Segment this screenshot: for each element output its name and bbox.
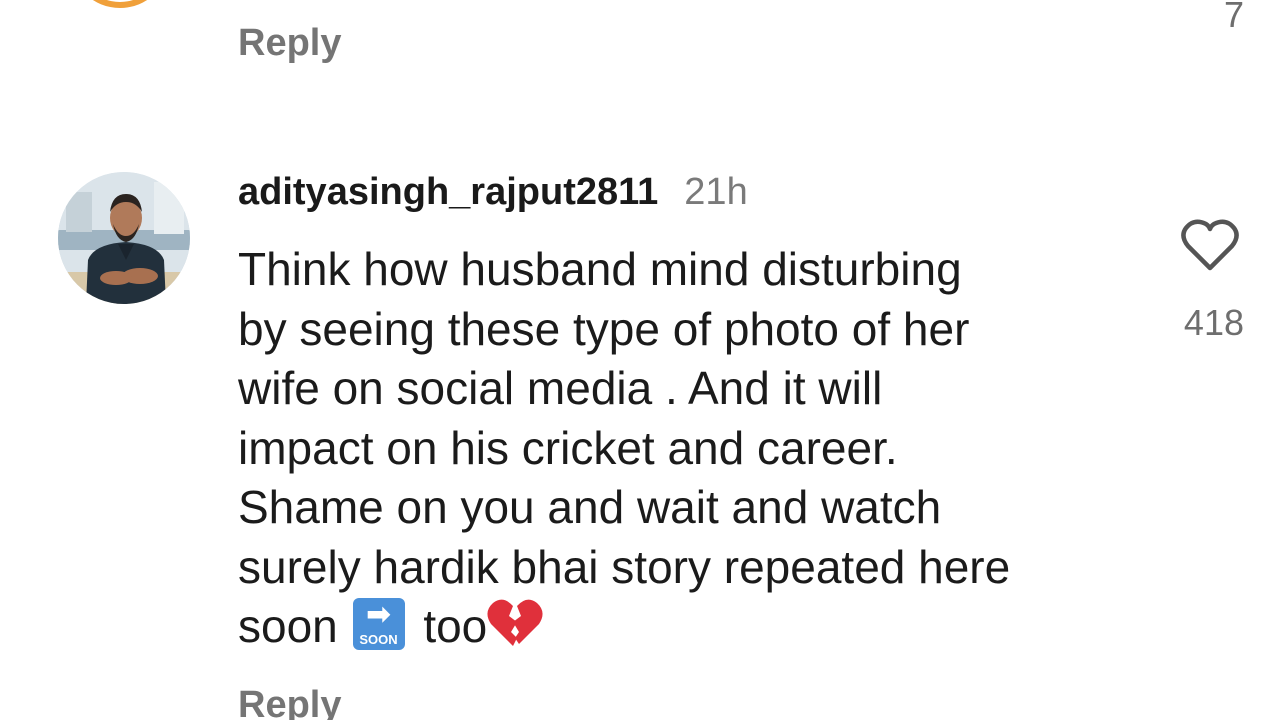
soon-emoji-label: SOON: [359, 632, 398, 647]
right-arrow-glyph: ➡: [365, 598, 392, 631]
like-count: 418: [1183, 302, 1244, 343]
comment-line: wife on social media . And it will: [238, 362, 883, 414]
comment-line: Shame on you and wait and watch: [238, 481, 942, 533]
username[interactable]: adityasingh_rajput2811: [238, 171, 658, 213]
soon-arrow-icon: ➡ SOON: [352, 598, 405, 650]
previous-like-count: 7: [1223, 0, 1244, 35]
timestamp: 21h: [684, 171, 748, 213]
comment-header: adityasingh_rajput2811 21h: [238, 168, 748, 216]
comment-line: Think how husband mind disturbing: [238, 243, 962, 295]
comment-word: soon: [238, 600, 338, 652]
avatar[interactable]: [58, 172, 190, 304]
comment-line: impact on his cricket and career.: [238, 421, 898, 474]
previous-reply-button[interactable]: Reply: [238, 22, 341, 65]
comment-line: soon ➡ SOON too: [238, 597, 1138, 657]
comment-word: too: [423, 600, 488, 652]
comment-thread: Reply 7 adityasingh_rajput2811 21h Think …: [0, 0, 1280, 720]
comment-line: surely hardik bhai story repeated here: [238, 540, 1011, 593]
comment-text: Think how husband mind disturbing by see…: [238, 240, 1138, 657]
reply-button[interactable]: Reply: [238, 684, 341, 720]
avatar-photo: [58, 172, 190, 304]
heart-outline-icon[interactable]: [1180, 218, 1240, 274]
previous-avatar[interactable]: [70, 0, 170, 8]
comment-line: by seeing these type of photo of her: [238, 302, 970, 355]
broken-heart-icon: [487, 599, 543, 646]
